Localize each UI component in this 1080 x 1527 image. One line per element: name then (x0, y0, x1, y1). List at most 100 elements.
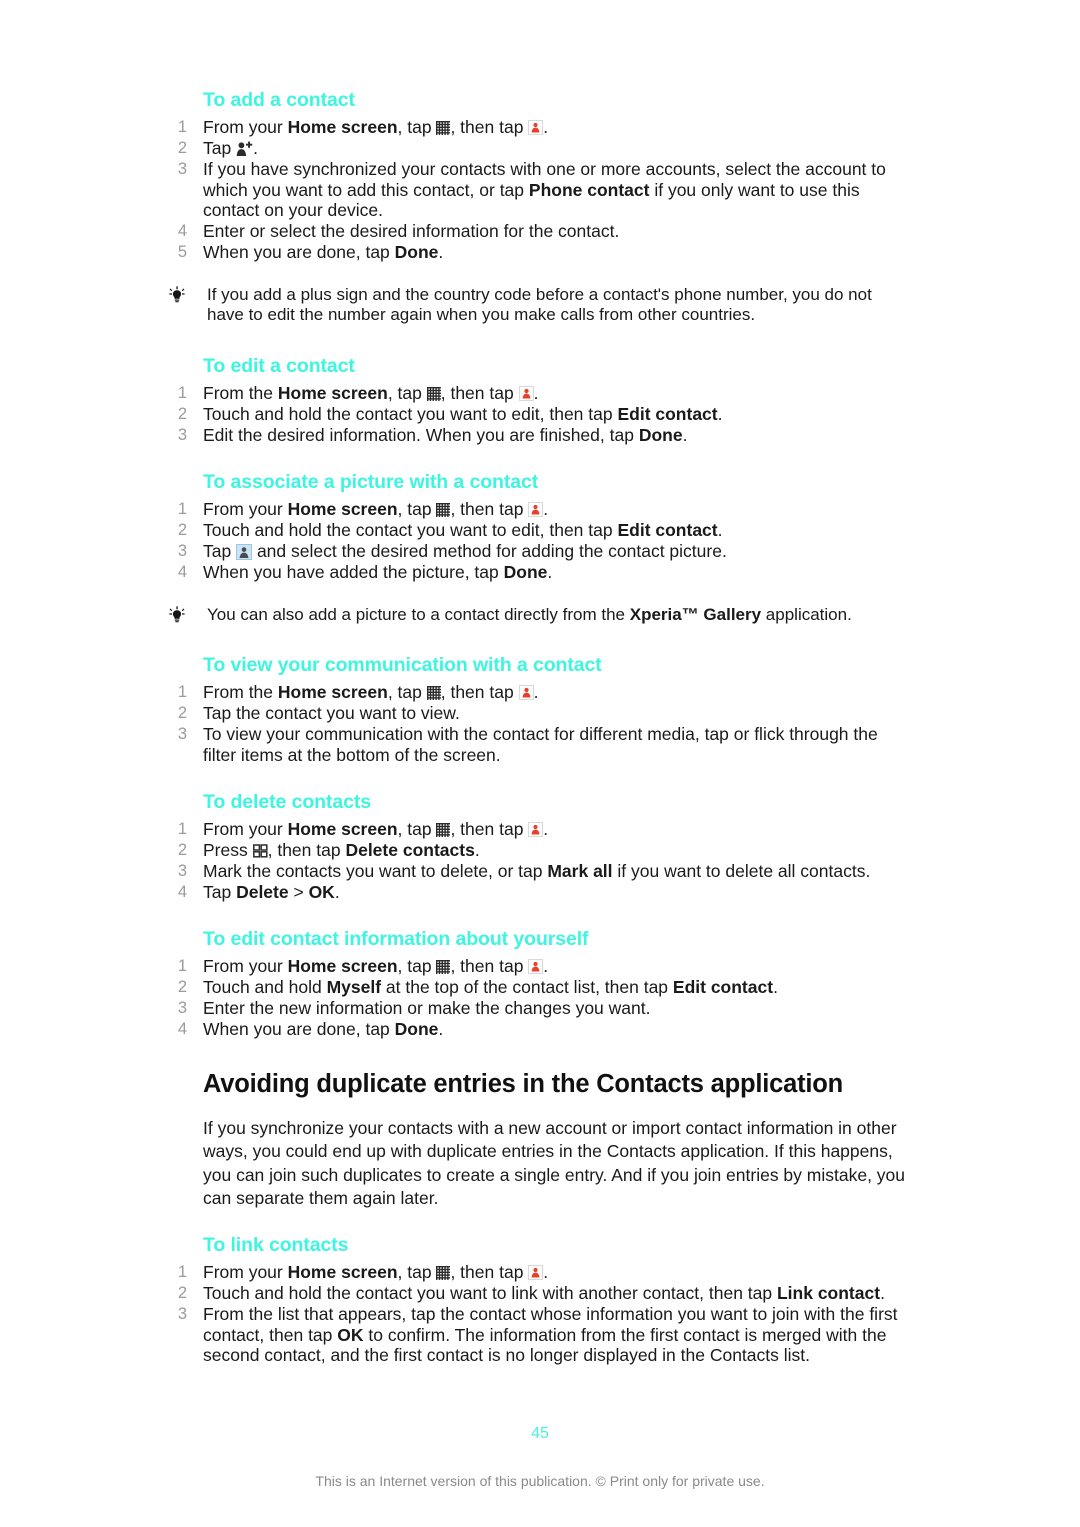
step-item: Tap . (165, 138, 905, 159)
app-drawer-icon (436, 1266, 451, 1281)
menu-key-icon (252, 844, 268, 858)
step-text-e: . (533, 382, 539, 403)
step-text-b: , then tap (267, 839, 346, 860)
tip-block-plus-sign: If you add a plus sign and the country c… (165, 285, 905, 326)
step-text-d: , then tap (450, 1262, 529, 1283)
step-text-bold: Home screen (287, 955, 398, 976)
page-content: To add a contact From your Home screen, … (165, 88, 905, 1366)
step-item: Press , then tap Delete contacts. (165, 839, 905, 861)
step-text-a: Mark the contacts you want to delete, or… (203, 860, 548, 881)
step-text-bold: Myself (326, 976, 382, 997)
step-text-a: From your (203, 117, 288, 138)
step-text-e: . (543, 117, 549, 138)
app-drawer-icon (426, 686, 441, 701)
heading-avoiding-duplicate-entries: Avoiding duplicate entries in the Contac… (203, 1069, 843, 1098)
step-item: Tap and select the desired method for ad… (165, 540, 905, 562)
heading-to-edit-a-contact: To edit a contact (203, 354, 355, 377)
step-text-bold: Mark all (547, 860, 613, 881)
step-item: Mark the contacts you want to delete, or… (165, 860, 905, 882)
tip-text-c: application. (761, 604, 852, 624)
step-text-a: From the (203, 382, 278, 403)
tip-text-a: You can also add a picture to a contact … (207, 604, 630, 624)
step-text-c: . (547, 561, 553, 582)
steps-associate-picture: From your Home screen, tap , then tap . … (165, 499, 905, 583)
step-item: When you are done, tap Done. (165, 241, 905, 263)
step-text-d: , then tap (440, 682, 519, 703)
step-text-d: . (474, 839, 480, 860)
step-text-c: if you want to delete all contacts. (612, 860, 871, 881)
step-text-a: From your (203, 499, 288, 519)
step-text-bold: Home screen (287, 117, 398, 138)
step-text-c: , tap (397, 818, 437, 839)
step-text-a: From your (203, 818, 288, 839)
app-drawer-icon (436, 121, 451, 136)
step-text-a: Touch and hold the contact you want to e… (203, 519, 618, 540)
step-text-c: , tap (397, 117, 437, 138)
heading-to-view-communication: To view your communication with a contac… (203, 654, 602, 677)
contacts-app-icon (528, 502, 544, 517)
step-text-d: , then tap (450, 499, 529, 519)
step-text-c: . (880, 1283, 885, 1304)
steps-delete-contacts: From your Home screen, tap , then tap . … (165, 818, 905, 903)
steps-link-contacts: From your Home screen, tap , then tap . … (165, 1262, 905, 1365)
app-drawer-icon (436, 503, 451, 517)
step-text-bold: Home screen (287, 818, 398, 839)
step-item: When you are done, tap Done. (165, 1018, 905, 1040)
tip-text-bold: Xperia™ Gallery (629, 604, 762, 624)
step-text-a: Touch and hold the contact you want to l… (203, 1283, 777, 1304)
step-item: Touch and hold Myself at the top of the … (165, 976, 905, 998)
step-text-a: When you have added the picture, tap (203, 561, 504, 582)
tip-block-xperia-gallery: You can also add a picture to a contact … (165, 605, 905, 625)
step-text-d: , then tap (450, 818, 529, 839)
step-item: From your Home screen, tap , then tap . (165, 1262, 905, 1283)
step-text-a: Press (203, 839, 253, 860)
step-text-bold: Done (503, 561, 548, 582)
page-number: 45 (531, 1425, 549, 1442)
contacts-app-icon (528, 120, 544, 136)
lightbulb-icon (167, 605, 187, 626)
step-text-bold: Delete contacts (345, 839, 475, 860)
step-text-bold: Done (394, 1018, 439, 1039)
contacts-app-icon (528, 1265, 544, 1281)
step-text-c: , tap (397, 1262, 437, 1283)
step-text-bold: Phone contact (528, 179, 650, 200)
step-text-a: Tap (203, 881, 237, 902)
step-text-bold: Link contact (776, 1283, 881, 1304)
steps-edit-contact: From the Home screen, tap , then tap . T… (165, 382, 905, 446)
step-text-bold: OK (337, 1324, 364, 1345)
step-text-d: , then tap (440, 382, 519, 403)
step-text-a: Edit the desired information. When you a… (203, 424, 639, 445)
app-drawer-icon (436, 959, 451, 974)
heading-to-link-contacts: To link contacts (203, 1234, 349, 1257)
step-text-d: , then tap (450, 117, 529, 138)
step-text-d: , then tap (450, 955, 529, 976)
step-text: To view your communication with the cont… (203, 724, 878, 765)
step-text-a: From the (203, 682, 278, 703)
step-text-c: . (438, 241, 444, 262)
step-text-c: , tap (397, 499, 437, 519)
step-text-bold: Done (394, 241, 439, 262)
step-text: Enter or select the desired information … (203, 220, 620, 241)
step-item: Tap Delete > OK. (165, 881, 905, 903)
heading-to-edit-contact-info-yourself: To edit contact information about yourse… (203, 927, 589, 950)
step-item: From the Home screen, tap , then tap . (165, 682, 905, 703)
step-text-a: Tap (203, 540, 237, 561)
step-text-bold: Edit contact (617, 519, 718, 540)
step-item: Enter the new information or make the ch… (165, 998, 905, 1019)
step-text-bold2: OK (308, 881, 335, 902)
step-text: Tap the contact you want to view. (203, 703, 460, 724)
step-text-e: . (334, 881, 340, 902)
step-text-a: From your (203, 1262, 288, 1283)
step-text-a: Tap (203, 138, 237, 159)
steps-edit-myself: From your Home screen, tap , then tap . … (165, 955, 905, 1040)
step-text-a: When you are done, tap (203, 1018, 395, 1039)
step-text-c: > (288, 881, 309, 902)
step-text-bold: Home screen (277, 382, 388, 403)
